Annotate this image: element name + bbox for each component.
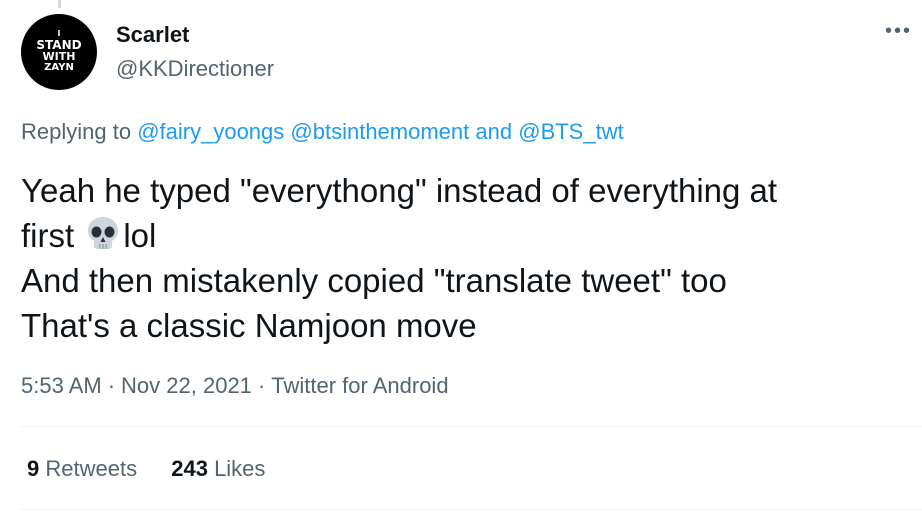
tweet-meta: 5:53 AM · Nov 22, 2021 · Twitter for Android — [21, 373, 449, 399]
meta-separator: · — [107, 373, 116, 398]
tweet-line: And then mistakenly copied "translate tw… — [21, 262, 727, 299]
replying-connector: and — [475, 119, 513, 144]
tweet-time[interactable]: 5:53 AM — [21, 373, 102, 398]
avatar[interactable]: I STAND WITH ZAYN — [21, 14, 97, 90]
retweets-count: 9 — [27, 456, 40, 481]
tweet-text-fragment: first — [21, 217, 75, 254]
likes-label: Likes — [214, 456, 266, 481]
author-username[interactable]: @KKDirectioner — [116, 56, 274, 82]
mention-link[interactable]: @fairy_yoongs — [137, 119, 284, 144]
skull-icon — [88, 217, 119, 249]
likes-count: 243 — [171, 456, 208, 481]
replying-to: Replying to @fairy_yoongs @btsinthemomen… — [21, 119, 624, 145]
divider — [21, 426, 922, 427]
likes-stat[interactable]: 243 Likes — [171, 456, 265, 482]
meta-separator: · — [257, 373, 266, 398]
author-display-name[interactable]: Scarlet — [116, 22, 189, 48]
more-dots-icon[interactable]: ••• — [885, 20, 912, 43]
tweet-text-fragment: lol — [123, 217, 157, 254]
tweet-stats: 9 Retweets 243 Likes — [27, 456, 293, 482]
retweets-stat[interactable]: 9 Retweets — [27, 456, 137, 482]
tweet-line: Yeah he typed "everythong" instead of ev… — [21, 172, 778, 209]
avatar-text-line: ZAYN — [44, 62, 74, 74]
retweets-label: Retweets — [45, 456, 138, 481]
replying-prefix: Replying to — [21, 119, 132, 144]
tweet-text: Yeah he typed "everythong" instead of ev… — [21, 168, 901, 348]
thread-connector-line — [58, 0, 61, 8]
tweet-line: That's a classic Namjoon move — [21, 307, 477, 344]
tweet-line: first lol — [21, 213, 901, 258]
mention-link[interactable]: @btsinthemoment — [290, 119, 469, 144]
divider — [21, 509, 922, 510]
tweet-source[interactable]: Twitter for Android — [271, 373, 448, 398]
mention-link[interactable]: @BTS_twt — [518, 119, 623, 144]
tweet-date[interactable]: Nov 22, 2021 — [121, 373, 252, 398]
